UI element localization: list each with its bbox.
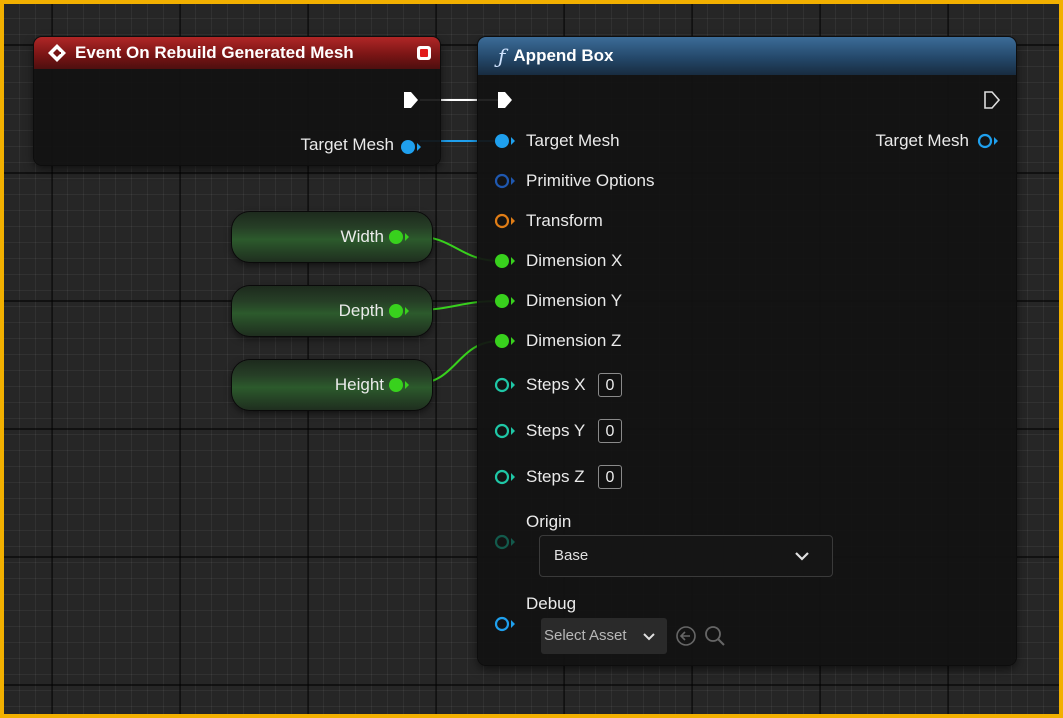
use-selected-asset-icon[interactable] bbox=[675, 625, 697, 647]
width-out-pin[interactable] bbox=[388, 229, 410, 245]
depth-variable-label: Depth bbox=[338, 301, 384, 320]
primitive-options-pin[interactable] bbox=[494, 173, 516, 189]
transform-label: Transform bbox=[526, 211, 603, 230]
depth-out-pin[interactable] bbox=[388, 303, 410, 319]
event-target-mesh-label: Target Mesh bbox=[300, 135, 394, 154]
target-mesh-out-pin[interactable] bbox=[977, 133, 999, 149]
transform-pin[interactable] bbox=[494, 213, 516, 229]
delegate-icon[interactable] bbox=[416, 45, 432, 61]
event-node-title: Event On Rebuild Generated Mesh bbox=[75, 43, 354, 62]
dimension-x-pin[interactable] bbox=[494, 253, 516, 269]
graph-canvas[interactable]: Event On Rebuild Generated Mesh Target M… bbox=[4, 4, 1059, 714]
steps-x-label: Steps X bbox=[526, 375, 586, 394]
debug-pin[interactable] bbox=[494, 616, 516, 632]
dimension-y-pin[interactable] bbox=[494, 293, 516, 309]
steps-z-pin[interactable] bbox=[494, 469, 516, 485]
append-box-title: Append Box bbox=[513, 46, 614, 65]
function-icon: ƒ bbox=[498, 44, 506, 68]
asset-picker-label: Select Asset bbox=[544, 627, 627, 644]
origin-pin[interactable] bbox=[494, 534, 516, 550]
steps-y-label: Steps Y bbox=[526, 421, 586, 440]
steps-z-label: Steps Z bbox=[526, 467, 585, 486]
debug-label: Debug bbox=[526, 594, 577, 613]
chevron-down-icon bbox=[643, 633, 655, 641]
exec-out-pin-append[interactable] bbox=[983, 90, 1001, 110]
browse-asset-icon[interactable] bbox=[704, 625, 726, 647]
origin-dropdown-value: Base bbox=[554, 547, 589, 564]
chevron-down-icon bbox=[795, 552, 809, 561]
debug-asset-picker[interactable]: Select Asset bbox=[541, 618, 667, 654]
origin-dropdown[interactable]: Base bbox=[539, 535, 833, 577]
depth-variable-node[interactable]: Depth bbox=[232, 286, 432, 336]
steps-z-input[interactable]: 0 bbox=[598, 465, 622, 489]
dimension-z-label: Dimension Z bbox=[526, 331, 622, 350]
append-box-header[interactable]: ƒ Append Box bbox=[478, 37, 1016, 75]
dimension-x-label: Dimension X bbox=[526, 251, 623, 270]
event-node[interactable]: Event On Rebuild Generated Mesh Target M… bbox=[34, 37, 440, 165]
steps-y-input[interactable]: 0 bbox=[598, 419, 622, 443]
event-node-header[interactable]: Event On Rebuild Generated Mesh bbox=[34, 37, 440, 69]
exec-out-pin[interactable] bbox=[402, 90, 420, 110]
height-out-pin[interactable] bbox=[388, 377, 410, 393]
dimension-z-pin[interactable] bbox=[494, 333, 516, 349]
exec-in-pin[interactable] bbox=[496, 90, 514, 110]
width-variable-label: Width bbox=[340, 227, 384, 246]
steps-x-input[interactable]: 0 bbox=[598, 373, 622, 397]
event-target-mesh-out-pin[interactable] bbox=[400, 139, 422, 155]
steps-y-pin[interactable] bbox=[494, 423, 516, 439]
width-variable-node[interactable]: Width bbox=[232, 212, 432, 262]
dimension-y-label: Dimension Y bbox=[526, 291, 623, 310]
event-diamond-icon bbox=[48, 44, 66, 62]
height-variable-label: Height bbox=[334, 375, 384, 394]
target-mesh-out-label: Target Mesh bbox=[875, 131, 969, 150]
height-variable-node[interactable]: Height bbox=[232, 360, 432, 410]
target-mesh-in-pin[interactable] bbox=[494, 133, 516, 149]
steps-x-pin[interactable] bbox=[494, 377, 516, 393]
target-mesh-in-label: Target Mesh bbox=[526, 131, 620, 150]
primitive-options-label: Primitive Options bbox=[526, 171, 655, 190]
origin-label: Origin bbox=[526, 512, 572, 531]
